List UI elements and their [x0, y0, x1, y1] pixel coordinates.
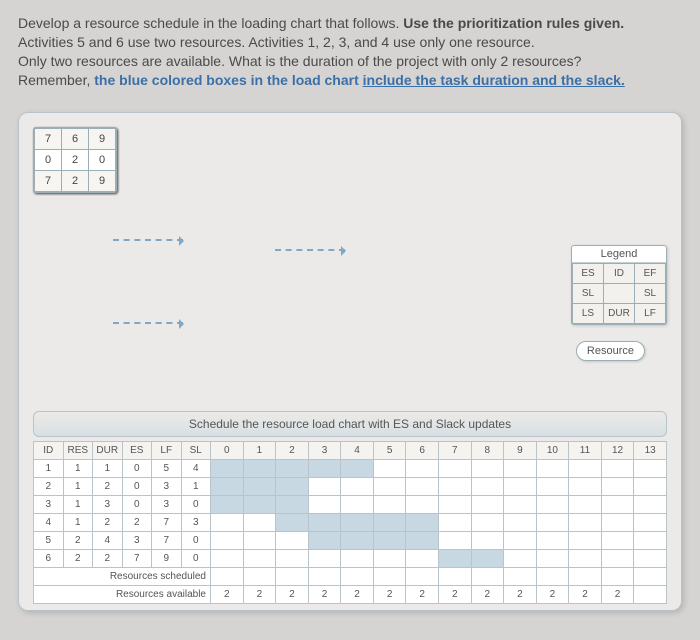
activity-node-6: 769 020 729	[33, 127, 117, 193]
schedule-title: Schedule the resource load chart with ES…	[33, 411, 667, 437]
network-diagram: 011 414 415 022 111 123 033 010 033 244 …	[33, 127, 667, 407]
problem-text: Develop a resource schedule in the loadi…	[18, 14, 682, 90]
arrow-icon	[275, 249, 345, 251]
arrow-icon	[113, 322, 183, 324]
legend-box: Legend ESIDEF SLSL LSDURLF	[571, 245, 667, 325]
diagram-card: 011 414 415 022 111 123 033 010 033 244 …	[18, 112, 682, 611]
arrow-icon	[113, 239, 183, 241]
load-chart: IDRESDURESLFSL01234567891011121311105421…	[33, 441, 667, 604]
resource-label: Resource	[576, 341, 645, 361]
